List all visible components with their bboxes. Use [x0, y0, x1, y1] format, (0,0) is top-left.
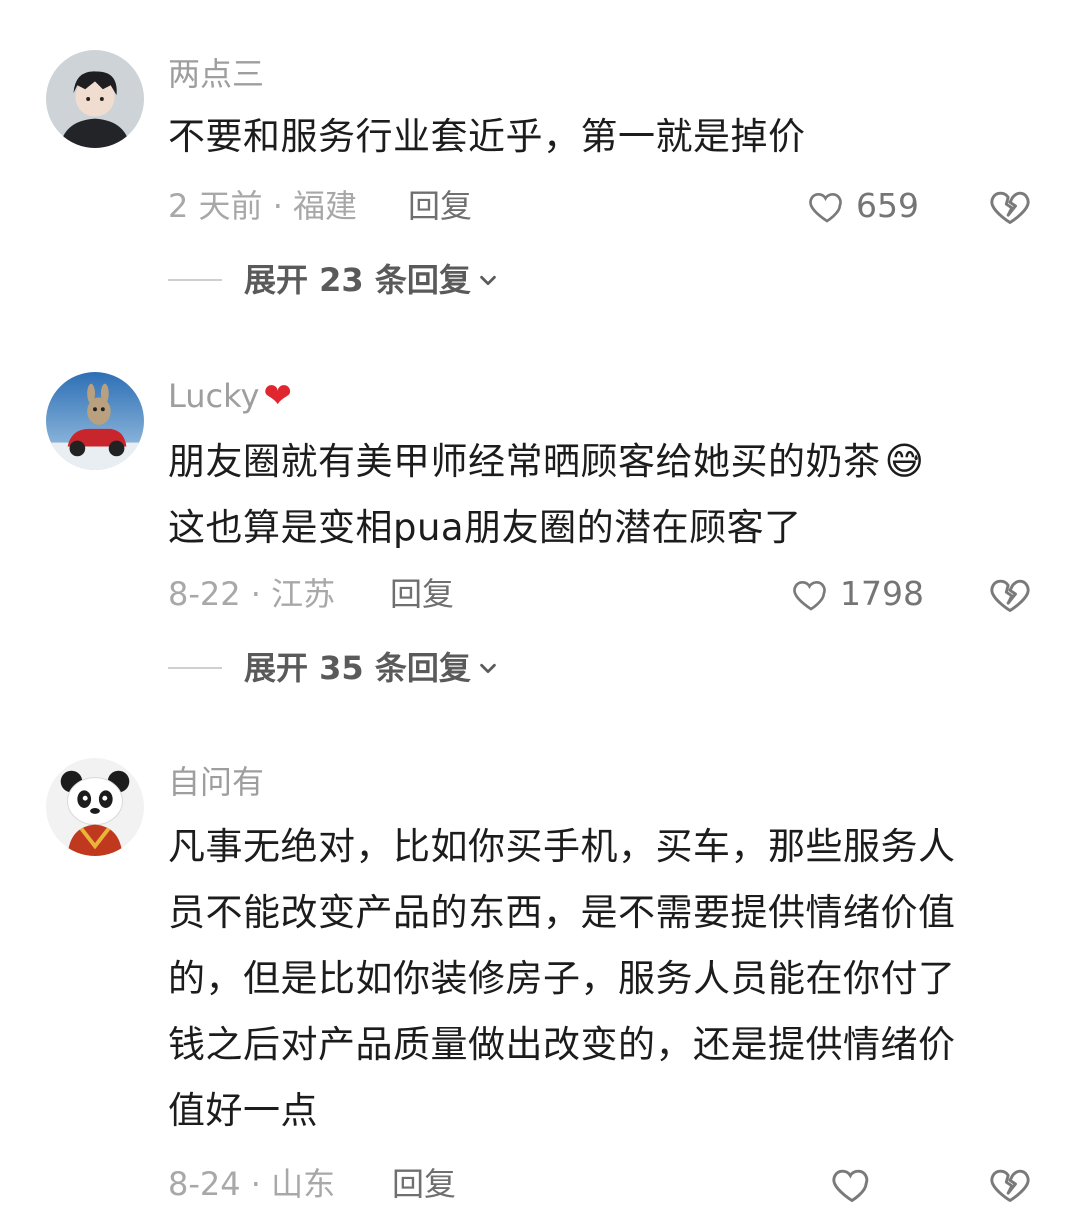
username[interactable]: 自问有: [168, 762, 264, 802]
reply-button[interactable]: 回复: [390, 574, 454, 614]
reply-button[interactable]: 回复: [408, 186, 472, 226]
comment-text: 凡事无绝对，比如你买手机，买车，那些服务人 员不能改变产品的东西，是不需要提供情…: [168, 814, 1028, 1144]
panda-avatar-icon: [46, 758, 144, 856]
comment-line: 员不能改变产品的东西，是不需要提供情绪价值: [168, 891, 956, 934]
comment-meta: 2 天前 · 福建: [168, 187, 358, 225]
heart-outline-icon: [809, 192, 842, 223]
comment-line: 凡事无绝对，比如你买手机，买车，那些服务人: [168, 825, 956, 868]
broken-heart-icon[interactable]: [988, 184, 1032, 228]
comment-line: 值好一点: [168, 1089, 318, 1132]
comment-text: 朋友圈就有美甲师经常晒顾客给她买的奶茶 😅 这也算是变相pua朋友圈的潜在顾客了: [168, 428, 1028, 561]
comment-line-with-emoji: 朋友圈就有美甲师经常晒顾客给她买的奶茶 😅: [168, 428, 1028, 495]
expand-replies-button[interactable]: 展开 23 条回复: [168, 260, 499, 300]
avatar[interactable]: [46, 758, 144, 856]
expand-replies-label: 展开 23 条回复: [244, 261, 471, 299]
username-text: Lucky: [168, 377, 260, 415]
reply-button[interactable]: 回复: [392, 1164, 456, 1204]
username[interactable]: Lucky ❤: [168, 376, 292, 416]
comment-meta: 8-24 · 山东: [168, 1165, 336, 1203]
like-button[interactable]: 659: [806, 186, 919, 226]
heart-outline-icon: [793, 580, 826, 611]
avatar[interactable]: [46, 372, 144, 470]
like-count: 1798: [840, 574, 924, 613]
toy-car-avatar-icon: [46, 372, 144, 470]
broken-heart-icon[interactable]: [988, 572, 1032, 616]
comment-line: 朋友圈就有美甲师经常晒顾客给她买的奶茶: [168, 440, 881, 483]
comment-line: 的，但是比如你装修房子，服务人员能在你付了: [168, 957, 956, 1000]
divider: [168, 279, 222, 281]
red-heart-icon: ❤: [263, 376, 292, 416]
heart-outline-icon[interactable]: [830, 1162, 874, 1206]
comment-text: 不要和服务行业套近乎，第一就是掉价: [168, 104, 1028, 170]
like-count: 659: [856, 186, 919, 225]
divider: [168, 667, 222, 669]
broken-heart-icon[interactable]: [988, 1162, 1032, 1206]
comment-meta: 8-22 · 江苏: [168, 575, 336, 613]
comment-line: 钱之后对产品质量做出改变的，还是提供情绪价: [168, 1023, 956, 1066]
like-button[interactable]: 1798: [790, 574, 924, 614]
avatar[interactable]: [46, 50, 144, 148]
boy-avatar-icon: [46, 50, 144, 148]
chevron-down-icon: [480, 663, 496, 674]
comment-line: 这也算是变相pua朋友圈的潜在顾客了: [168, 506, 802, 549]
expand-replies-button[interactable]: 展开 35 条回复: [168, 648, 499, 688]
emoji: 😅: [884, 439, 925, 483]
comment-line: 不要和服务行业套近乎，第一就是掉价: [168, 115, 806, 158]
chevron-down-icon: [480, 275, 496, 286]
expand-replies-label: 展开 35 条回复: [244, 649, 471, 687]
username[interactable]: 两点三: [168, 54, 264, 94]
